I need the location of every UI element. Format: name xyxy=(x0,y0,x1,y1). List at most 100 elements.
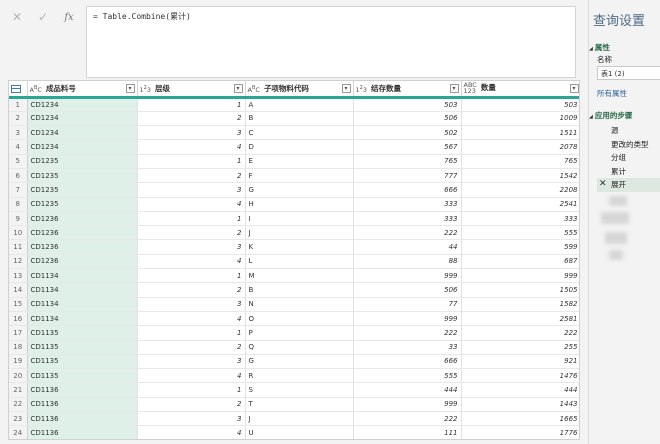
applied-step-item[interactable]: ✕ 展开 xyxy=(597,178,660,192)
cell-material[interactable]: O xyxy=(245,311,354,327)
cell-product[interactable]: CD1134 xyxy=(27,297,138,312)
cell-quantity[interactable]: 2581 xyxy=(461,311,579,327)
row-number[interactable]: 1 xyxy=(9,97,28,112)
table-row[interactable]: 4 CD1234 4 D 567 2078 xyxy=(9,139,579,155)
cell-quantity[interactable]: 222 xyxy=(461,325,579,341)
cell-quantity[interactable]: 1542 xyxy=(461,168,579,184)
cell-quantity[interactable]: 503 xyxy=(461,97,579,112)
cell-quantity[interactable]: 921 xyxy=(461,354,579,370)
cell-stock[interactable]: 502 xyxy=(353,125,462,141)
cell-stock[interactable]: 666 xyxy=(353,182,462,198)
delete-step-icon[interactable]: ✕ xyxy=(599,178,607,192)
cell-material[interactable]: U xyxy=(245,425,354,439)
cell-product[interactable]: CD1136 xyxy=(27,411,138,427)
cell-material[interactable]: L xyxy=(245,254,354,270)
cell-material[interactable]: I xyxy=(245,211,354,227)
table-row[interactable]: 12 CD1236 4 L 88 687 xyxy=(9,254,579,270)
cell-level[interactable]: 1 xyxy=(137,325,246,341)
cell-stock[interactable]: 77 xyxy=(353,297,462,312)
cell-level[interactable]: 4 xyxy=(137,311,246,327)
cell-quantity[interactable]: 1511 xyxy=(461,125,579,141)
cell-stock[interactable]: 666 xyxy=(353,354,462,370)
table-row[interactable]: 14 CD1134 2 B 506 1505 xyxy=(9,282,579,298)
cell-product[interactable]: CD1135 xyxy=(27,325,138,341)
cell-product[interactable]: CD1134 xyxy=(27,268,138,284)
cell-level[interactable]: 4 xyxy=(137,368,246,384)
confirm-icon[interactable]: ✓ xyxy=(34,8,52,26)
cell-level[interactable]: 4 xyxy=(137,197,246,212)
row-number[interactable]: 15 xyxy=(9,297,28,312)
cell-quantity[interactable]: 1505 xyxy=(461,282,579,298)
cell-quantity[interactable]: 2541 xyxy=(461,197,579,212)
cell-level[interactable]: 1 xyxy=(137,97,246,112)
cell-level[interactable]: 2 xyxy=(137,111,246,127)
cell-product[interactable]: CD1236 xyxy=(27,254,138,270)
cell-stock[interactable]: 333 xyxy=(353,211,462,227)
applied-steps-section[interactable]: ◢ 应用的步骤 xyxy=(589,110,632,121)
cell-product[interactable]: CD1235 xyxy=(27,182,138,198)
row-number[interactable]: 24 xyxy=(9,425,28,439)
cell-material[interactable]: P xyxy=(245,325,354,341)
row-number[interactable]: 14 xyxy=(9,282,28,298)
cell-level[interactable]: 2 xyxy=(137,340,246,355)
cell-level[interactable]: 3 xyxy=(137,239,246,255)
cell-material[interactable]: E xyxy=(245,154,354,169)
table-row[interactable]: 24 CD1136 4 U 111 1776 xyxy=(9,425,579,439)
cell-material[interactable]: J xyxy=(245,225,354,241)
cell-material[interactable]: G xyxy=(245,354,354,370)
cell-material[interactable]: Q xyxy=(245,340,354,355)
row-number[interactable]: 22 xyxy=(9,397,28,413)
cell-quantity[interactable]: 444 xyxy=(461,382,579,398)
filter-dropdown-icon[interactable]: ▾ xyxy=(125,84,135,93)
cell-product[interactable]: CD1235 xyxy=(27,154,138,169)
cell-stock[interactable]: 506 xyxy=(353,282,462,298)
table-row[interactable]: 15 CD1134 3 N 77 1582 xyxy=(9,297,579,312)
cell-level[interactable]: 1 xyxy=(137,268,246,284)
row-number[interactable]: 20 xyxy=(9,368,28,384)
cell-level[interactable]: 3 xyxy=(137,354,246,370)
cell-stock[interactable]: 567 xyxy=(353,139,462,155)
cell-stock[interactable]: 503 xyxy=(353,97,462,112)
cell-material[interactable]: B xyxy=(245,111,354,127)
row-number[interactable]: 4 xyxy=(9,139,28,155)
filter-dropdown-icon[interactable]: ▾ xyxy=(233,84,243,93)
row-number[interactable]: 6 xyxy=(9,168,28,184)
cell-level[interactable]: 2 xyxy=(137,225,246,241)
cell-level[interactable]: 2 xyxy=(137,397,246,413)
cell-product[interactable]: CD1136 xyxy=(27,382,138,398)
all-properties-link[interactable]: 所有属性 xyxy=(597,88,627,99)
cell-stock[interactable]: 444 xyxy=(353,382,462,398)
cell-stock[interactable]: 765 xyxy=(353,154,462,169)
cell-material[interactable]: S xyxy=(245,382,354,398)
cell-stock[interactable]: 999 xyxy=(353,268,462,284)
cell-stock[interactable]: 333 xyxy=(353,197,462,212)
table-row[interactable]: 7 CD1235 3 G 666 2208 xyxy=(9,182,579,198)
cell-quantity[interactable]: 2078 xyxy=(461,139,579,155)
cell-material[interactable]: N xyxy=(245,297,354,312)
column-header-stock[interactable]: 123 结存数量 ▾ xyxy=(353,81,462,99)
cell-stock[interactable]: 33 xyxy=(353,340,462,355)
cell-product[interactable]: CD1136 xyxy=(27,397,138,413)
applied-step-item[interactable]: 更改的类型 xyxy=(597,138,660,152)
column-header-level[interactable]: 123 层级 ▾ xyxy=(137,81,246,99)
cell-material[interactable]: M xyxy=(245,268,354,284)
cell-product[interactable]: CD1236 xyxy=(27,239,138,255)
cell-quantity[interactable]: 333 xyxy=(461,211,579,227)
formula-input[interactable]: = Table.Combine(累计) xyxy=(86,6,576,78)
cell-quantity[interactable]: 1443 xyxy=(461,397,579,413)
table-row[interactable]: 22 CD1136 2 T 999 1443 xyxy=(9,397,579,413)
table-row[interactable]: 10 CD1236 2 J 222 555 xyxy=(9,225,579,241)
cell-quantity[interactable]: 1476 xyxy=(461,368,579,384)
cell-quantity[interactable]: 1582 xyxy=(461,297,579,312)
cell-stock[interactable]: 111 xyxy=(353,425,462,439)
row-number[interactable]: 9 xyxy=(9,211,28,227)
column-header-quantity[interactable]: ABC 123 数量 ▾ xyxy=(461,81,579,99)
applied-step-item[interactable]: 累计 xyxy=(597,165,660,179)
cancel-icon[interactable]: ✕ xyxy=(8,8,26,26)
cell-level[interactable]: 2 xyxy=(137,282,246,298)
cell-product[interactable]: CD1236 xyxy=(27,225,138,241)
column-header-product[interactable]: ABC 成品料号 ▾ xyxy=(27,81,138,99)
cell-stock[interactable]: 999 xyxy=(353,397,462,413)
cell-quantity[interactable]: 1776 xyxy=(461,425,579,439)
row-number[interactable]: 8 xyxy=(9,197,28,212)
